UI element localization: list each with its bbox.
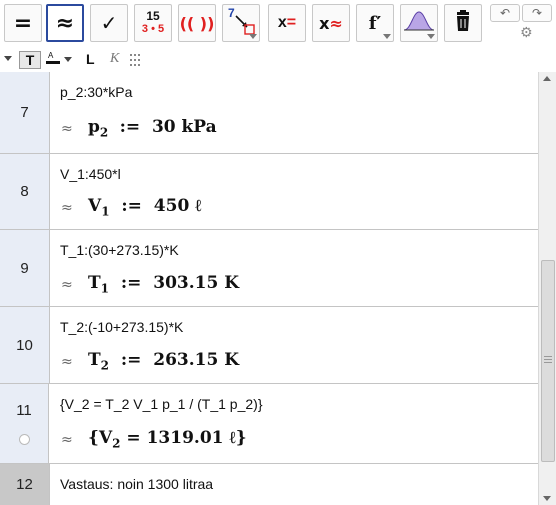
row-number[interactable]: 10 — [0, 307, 50, 383]
grip-line — [544, 356, 552, 357]
text-input-toggle-button[interactable]: T — [19, 51, 41, 69]
row-number[interactable]: 11 — [0, 384, 49, 463]
bold-button[interactable]: L — [86, 51, 95, 67]
stylebar-toggle-arrow-icon[interactable] — [4, 56, 12, 61]
solve-label: x= — [277, 14, 297, 31]
row-output: V1 := 450 ℓ — [88, 196, 202, 219]
scroll-down-arrow-icon[interactable] — [543, 496, 551, 501]
row-output: p2 := 30 kPa — [88, 117, 217, 140]
derivative-button[interactable]: f′ — [356, 4, 394, 42]
expand-button[interactable]: (( )) — [178, 4, 216, 42]
cas-row[interactable]: 7 p_2:30*kPa ≈ p2 := 30 kPa — [0, 72, 538, 154]
solve-button[interactable]: x= — [268, 4, 306, 42]
evaluate-button[interactable]: = — [4, 4, 42, 42]
approx-marker: ≈ — [61, 354, 73, 370]
scroll-up-arrow-icon[interactable] — [543, 76, 551, 81]
row-input[interactable]: p_2:30*kPa — [60, 84, 132, 100]
approx-marker: ≈ — [61, 200, 73, 216]
scroll-thumb[interactable] — [541, 260, 555, 462]
grip-line — [544, 362, 552, 363]
cas-row[interactable]: 9 T_1:(30+273.15)*K ≈ T1 := 303.15 K — [0, 230, 538, 307]
gear-icon[interactable]: ⚙ — [520, 25, 533, 41]
row-body: Vastaus: noin 1300 litraa — [50, 464, 538, 505]
cas-row[interactable]: 11 {V_2 = T_2 V_1 p_1 / (T_1 p_2)} ≈ {V2… — [0, 384, 538, 464]
undo-button[interactable]: ↶ — [490, 4, 520, 22]
row-input[interactable]: T_1:(30+273.15)*K — [60, 242, 179, 258]
factor-button[interactable]: 15 3 • 5 — [134, 4, 172, 42]
row-number[interactable]: 9 — [0, 230, 50, 306]
row-output: T1 := 303.15 K — [88, 273, 239, 296]
text-color-button[interactable]: A — [44, 51, 76, 69]
approx-marker: ≈ — [61, 432, 73, 448]
output-visibility-toggle[interactable] — [19, 434, 30, 445]
trash-icon — [453, 9, 473, 37]
row-body: p_2:30*kPa ≈ p2 := 30 kPa — [50, 72, 538, 153]
submenu-arrow-icon — [249, 34, 257, 39]
style-bar: T A L K — [0, 48, 556, 73]
cas-row[interactable]: 10 T_2:(-10+273.15)*K ≈ T2 := 263.15 K — [0, 307, 538, 384]
approx-marker: ≈ — [61, 277, 73, 293]
row-input[interactable]: {V_2 = T_2 V_1 p_1 / (T_1 p_2)} — [60, 396, 263, 412]
cas-toolbar: = ≈ ✓ 15 3 • 5 (( )) 7 x= x≈ f′ ↶ ↷ ⚙ — [0, 0, 556, 48]
row-output: {V2 = 1319.01 ℓ} — [88, 428, 247, 451]
row-number[interactable]: 7 — [0, 72, 50, 153]
delete-button[interactable] — [444, 4, 482, 42]
row-number[interactable]: 12 — [0, 464, 50, 505]
cas-rows: 7 p_2:30*kPa ≈ p2 := 30 kPa 8 V_1:450*l … — [0, 72, 538, 505]
redo-icon: ↷ — [531, 6, 543, 20]
row-body: V_1:450*l ≈ V1 := 450 ℓ — [50, 154, 538, 229]
keep-input-button[interactable]: ✓ — [90, 4, 128, 42]
svg-text:7: 7 — [228, 6, 235, 20]
row-input[interactable]: Vastaus: noin 1300 litraa — [60, 476, 213, 492]
submenu-arrow-icon — [427, 34, 435, 39]
probability-button[interactable] — [400, 4, 438, 42]
approx-marker: ≈ — [61, 121, 73, 137]
color-swatch — [46, 61, 60, 64]
vertical-scrollbar[interactable] — [538, 72, 556, 505]
row-number[interactable]: 8 — [0, 154, 50, 229]
numeric-button[interactable]: ≈ — [46, 4, 84, 42]
cas-row[interactable]: 12 Vastaus: noin 1300 litraa — [0, 464, 538, 505]
row-input[interactable]: T_2:(-10+273.15)*K — [60, 319, 183, 335]
solve-numerically-button[interactable]: x≈ — [312, 4, 350, 42]
row-input[interactable]: V_1:450*l — [60, 166, 121, 182]
grip-line — [544, 359, 552, 360]
row-output: T2 := 263.15 K — [88, 350, 239, 373]
row-body: T_1:(30+273.15)*K ≈ T1 := 303.15 K — [50, 230, 538, 306]
factor-result-label: 3 • 5 — [141, 23, 165, 35]
factor-number-label: 15 — [146, 9, 160, 23]
submenu-arrow-icon — [383, 34, 391, 39]
row-body: {V_2 = T_2 V_1 p_1 / (T_1 p_2)} ≈ {V2 = … — [50, 384, 538, 463]
table-values-icon[interactable] — [130, 53, 144, 66]
row-body: T_2:(-10+273.15)*K ≈ T2 := 263.15 K — [50, 307, 538, 383]
italic-button[interactable]: K — [110, 51, 119, 67]
redo-button[interactable]: ↷ — [522, 4, 552, 22]
cas-row[interactable]: 8 V_1:450*l ≈ V1 := 450 ℓ — [0, 154, 538, 230]
substitute-button[interactable]: 7 — [222, 4, 260, 42]
undo-icon: ↶ — [499, 6, 511, 20]
solve-numerically-label: x≈ — [319, 13, 343, 33]
chevron-down-icon — [64, 57, 72, 62]
